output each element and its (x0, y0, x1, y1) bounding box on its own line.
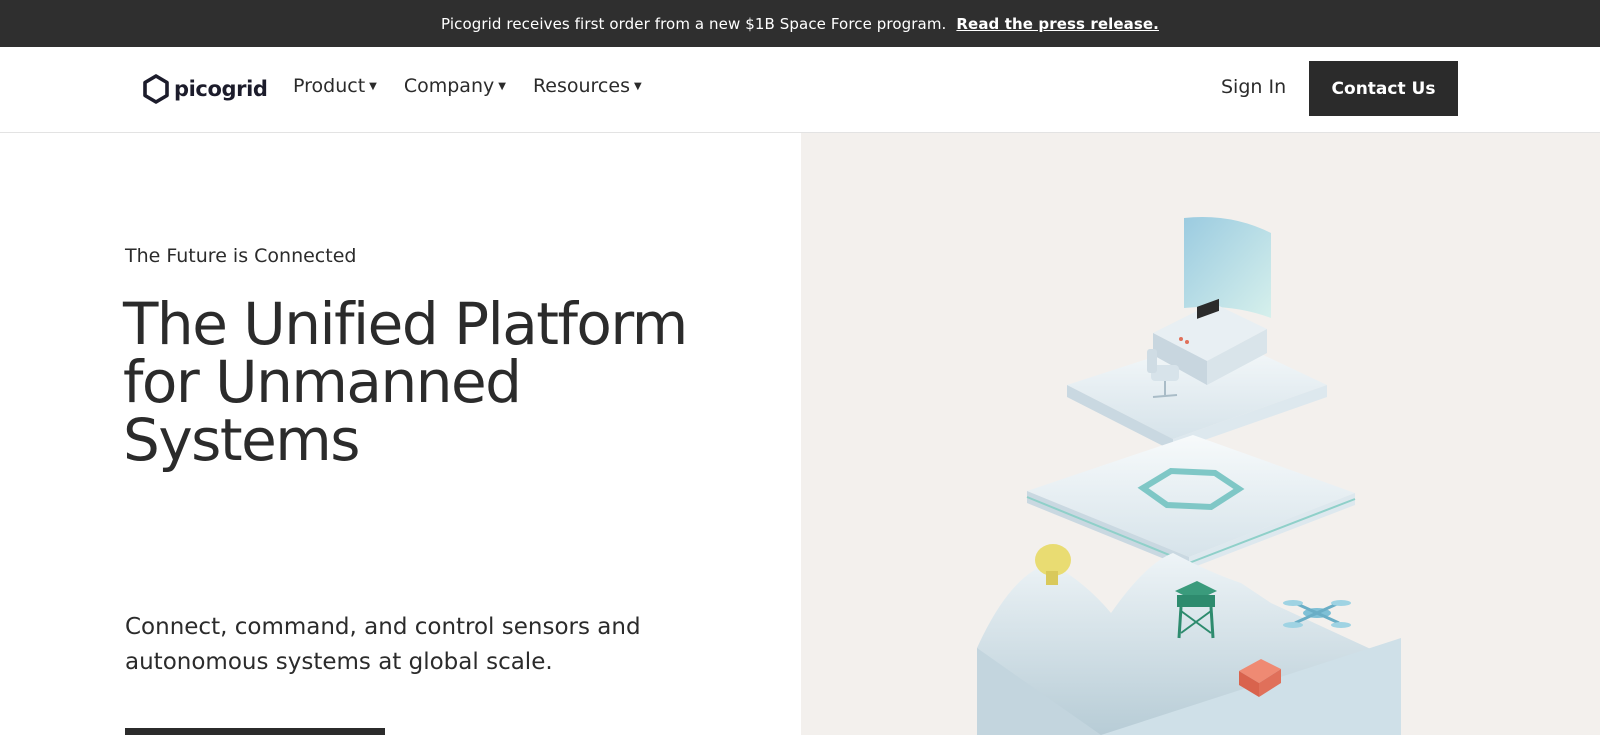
nav-item-label: Product (293, 75, 366, 97)
terrain-base (977, 553, 1401, 735)
press-release-link[interactable]: Read the press release. (956, 15, 1159, 33)
caret-down-icon: ▼ (498, 80, 506, 92)
headline-line: The Unified Platform (123, 290, 688, 358)
middle-platform-slab (1026, 435, 1356, 569)
announcement-bar: Picogrid receives first order from a new… (0, 0, 1600, 47)
nav-item-resources[interactable]: Resources ▼ (533, 75, 642, 97)
hero-kicker: The Future is Connected (125, 245, 357, 267)
isometric-platform-illustration (977, 217, 1401, 735)
nav-item-company[interactable]: Company ▼ (404, 75, 506, 97)
caret-down-icon: ▼ (633, 80, 642, 92)
hero-headline: The Unified Platform for Unmanned System… (123, 295, 763, 469)
caret-down-icon: ▼ (369, 80, 377, 92)
nav-item-label: Resources (532, 75, 630, 97)
description-line: autonomous systems at global scale. (125, 649, 553, 675)
hexagon-logo-icon (143, 74, 169, 104)
logo-text: picogrid (174, 77, 268, 101)
hero-cta-button[interactable] (125, 728, 385, 735)
hero-description: Connect, command, and control sensors an… (125, 610, 685, 680)
nav-item-label: Company (403, 75, 495, 97)
site-header: picogrid Product ▼ Company ▼ Resources ▼… (0, 47, 1600, 133)
description-line: Connect, command, and control sensors an… (125, 614, 641, 640)
headline-line: for Unmanned (123, 348, 522, 416)
main-nav: Product ▼ Company ▼ Resources ▼ (293, 75, 669, 97)
contact-us-button[interactable]: Contact Us (1309, 61, 1458, 116)
hero-copy: The Future is Connected The Unified Plat… (0, 133, 801, 735)
hero-illustration-panel (801, 133, 1600, 735)
nav-item-product[interactable]: Product ▼ (293, 75, 377, 97)
headline-line: Systems (123, 406, 361, 474)
sign-in-link[interactable]: Sign In (1221, 76, 1286, 98)
display-screen (1184, 217, 1271, 318)
control-station-slab (1067, 217, 1327, 451)
announcement-message: Picogrid receives first order from a new… (441, 14, 947, 33)
logo[interactable]: picogrid (143, 74, 268, 104)
